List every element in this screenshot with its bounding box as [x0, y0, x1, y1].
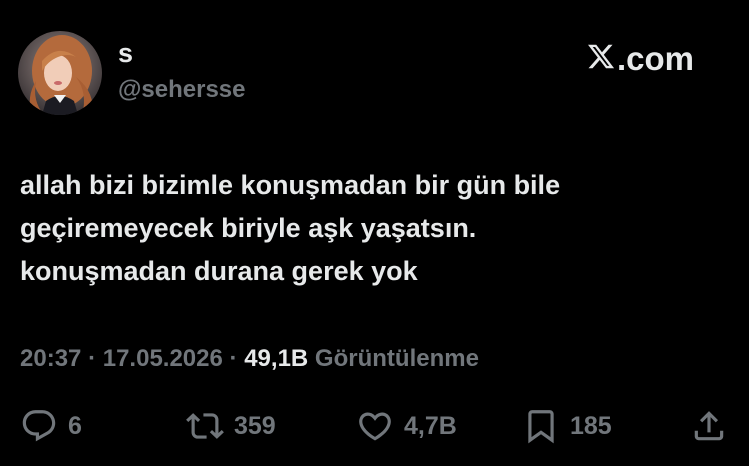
views-label: Görüntülenme: [314, 345, 479, 372]
meta-separator: ·: [229, 345, 238, 372]
share-icon: [690, 407, 728, 445]
reply-count: 6: [68, 412, 82, 440]
tweet-date[interactable]: 17.05.2026: [103, 345, 223, 372]
user-handle[interactable]: @sehersse: [118, 76, 246, 104]
like-button[interactable]: 4,7B: [356, 404, 457, 448]
avatar[interactable]: [18, 31, 102, 115]
bookmark-count: 185: [570, 412, 612, 440]
share-button[interactable]: [690, 404, 728, 448]
bookmark-icon: [522, 407, 560, 445]
x-logo-icon: [586, 42, 616, 76]
tweet-line: konuşmadan durana gerek yok: [20, 256, 418, 286]
retweet-button[interactable]: 359: [186, 404, 276, 448]
retweet-count: 359: [234, 412, 276, 440]
heart-icon: [356, 407, 394, 445]
meta-separator: ·: [88, 345, 97, 372]
action-bar: 6 359 4,7B 185: [0, 404, 749, 448]
tweet-text: allah bizi bizimle konuşmadan bir gün bi…: [20, 164, 720, 293]
tweet-meta: 20:37 · 17.05.2026 · 49,1B Görüntülenme: [20, 344, 479, 374]
tweet-line: geçiremeyecek biriyle aşk yaşatsın.: [20, 213, 477, 243]
retweet-icon: [186, 407, 224, 445]
reply-button[interactable]: 6: [20, 404, 82, 448]
tweet-line: allah bizi bizimle konuşmadan bir gün bi…: [20, 170, 561, 200]
display-name[interactable]: s: [118, 38, 133, 68]
reply-icon: [20, 407, 58, 445]
bookmark-button[interactable]: 185: [522, 404, 612, 448]
brand-domain: .com: [617, 40, 695, 77]
like-count: 4,7B: [404, 412, 457, 440]
views-count: 49,1B: [244, 345, 309, 372]
brand-logo: .com: [586, 40, 694, 78]
tweet-time[interactable]: 20:37: [20, 345, 81, 372]
